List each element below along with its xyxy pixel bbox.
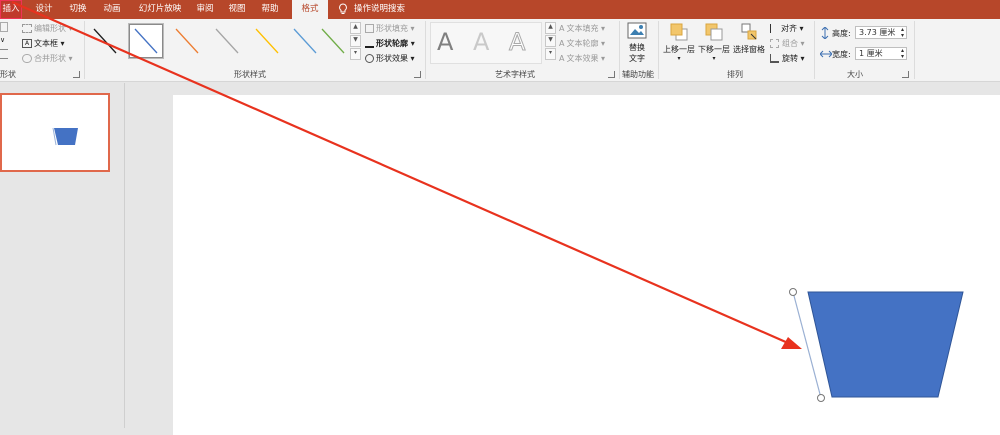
trapezoid-shape[interactable] [807, 291, 964, 398]
selection-handle[interactable] [817, 394, 825, 402]
slide-overlay [11, 0, 964, 402]
annotation-arrowhead [781, 337, 802, 349]
selection-handle[interactable] [789, 288, 797, 296]
annotation-arrow [11, 0, 789, 345]
